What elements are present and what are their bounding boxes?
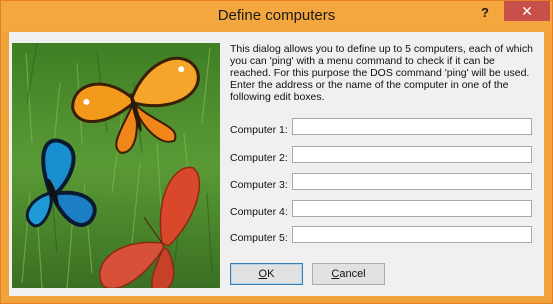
ok-button[interactable]: OK (230, 263, 303, 285)
computer-5-input[interactable] (292, 226, 532, 243)
computer-2-label: Computer 2: (230, 152, 288, 164)
computer-4-input[interactable] (292, 200, 532, 217)
dialog-body: This dialog allows you to define up to 5… (9, 32, 544, 296)
butterflies-picture (12, 43, 220, 288)
computer-5-label: Computer 5: (230, 232, 288, 244)
computer-1-input[interactable] (292, 118, 532, 135)
title-bar[interactable]: Define computers ? ✕ (1, 1, 552, 31)
help-button[interactable]: ? (471, 3, 499, 23)
dialog-window: Define computers ? ✕ This dialog allows … (0, 0, 553, 304)
close-button[interactable]: ✕ (504, 1, 550, 21)
close-icon: ✕ (521, 3, 533, 19)
computer-3-input[interactable] (292, 173, 532, 190)
computer-4-label: Computer 4: (230, 206, 288, 218)
cancel-button[interactable]: Cancel (312, 263, 385, 285)
ok-mnemonic: O (258, 268, 268, 280)
ok-label-rest: K (267, 268, 275, 280)
computer-3-label: Computer 3: (230, 179, 288, 191)
computer-1-label: Computer 1: (230, 124, 288, 136)
dialog-title: Define computers (217, 7, 336, 24)
butterflies-image (12, 43, 220, 288)
cancel-label-rest: ancel (339, 268, 366, 280)
computer-2-input[interactable] (292, 146, 532, 163)
description-text: This dialog allows you to define up to 5… (230, 43, 533, 103)
